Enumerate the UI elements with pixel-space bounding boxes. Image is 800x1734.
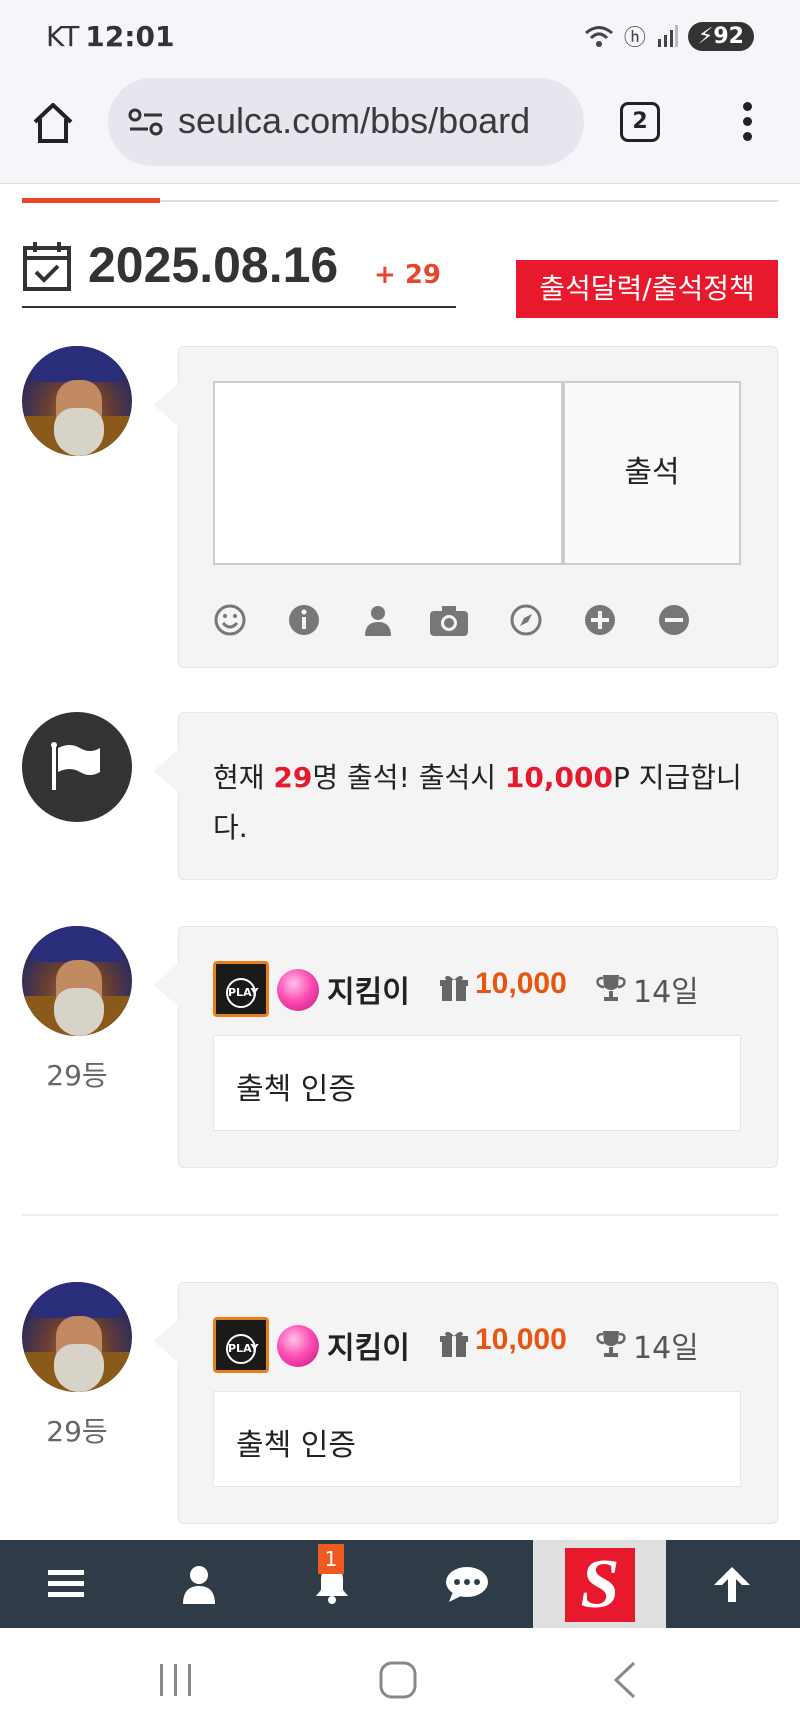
notification-badge: 1	[318, 1544, 344, 1574]
flag-icon	[51, 742, 100, 790]
browser-toolbar: seulca.com/bbs/board 2	[0, 70, 800, 184]
comment-nickname[interactable]: 지킴이	[327, 1323, 410, 1367]
calendar-check-icon	[23, 242, 71, 291]
wifi-icon	[584, 26, 613, 47]
chat-icon	[446, 1567, 488, 1602]
notice-count: 29	[273, 761, 313, 794]
site-logo: S	[565, 1548, 635, 1622]
nav-notifications-button[interactable]: 1	[266, 1540, 399, 1628]
status-carrier: KT 12:01	[46, 20, 175, 53]
gift-icon	[440, 975, 468, 1001]
comment-body: 출첵 인증	[213, 1391, 741, 1487]
status-time: 12:01	[85, 20, 175, 53]
trophy-icon	[596, 1331, 626, 1357]
home-nav-icon[interactable]	[378, 1660, 418, 1700]
status-bar: KT 12:01 ⓗ ⚡92	[0, 0, 800, 70]
home-icon[interactable]	[30, 100, 76, 146]
plus-circle-icon[interactable]	[583, 603, 617, 637]
smile-icon[interactable]	[213, 603, 247, 637]
nav-chat-button[interactable]	[399, 1540, 532, 1628]
trophy-icon	[596, 975, 626, 1001]
level-gem-icon	[277, 1325, 319, 1367]
rank-label: 29등	[46, 1415, 108, 1448]
address-bar[interactable]: seulca.com/bbs/board	[108, 78, 584, 166]
comment-points: 10,000	[475, 967, 567, 1000]
comment-header: PLAY 지킴이 10,000 14일	[213, 961, 753, 1017]
comment-streak-days: 14일	[633, 975, 699, 1010]
url-text[interactable]: seulca.com/bbs/board	[178, 100, 573, 142]
level-gem-icon	[277, 969, 319, 1011]
attendance-write-form: 출석	[153, 346, 778, 668]
comment-item: PLAY 지킴이 10,000 14일 출첵 인증	[153, 1282, 778, 1524]
back-icon[interactable]	[606, 1660, 646, 1700]
comment-message: 출첵 인증	[236, 1072, 356, 1107]
attendance-policy-button[interactable]: 출석달력/출석정책	[516, 260, 778, 318]
comment-item: PLAY 지킴이 10,000 14일 출첵 인증	[153, 926, 778, 1168]
comment-message: 출첵 인증	[236, 1428, 356, 1463]
section-divider	[22, 1214, 778, 1216]
flag-avatar	[22, 712, 132, 822]
editor-toolbar	[213, 603, 693, 643]
comment-streak-days: 14일	[633, 1331, 699, 1366]
comment-body: 출첵 인증	[213, 1035, 741, 1131]
minus-circle-icon[interactable]	[657, 603, 691, 637]
menu-icon	[48, 1570, 84, 1597]
arrow-up-icon	[714, 1567, 750, 1602]
info-icon[interactable]	[287, 603, 321, 637]
comment-points: 10,000	[475, 1323, 567, 1356]
camera-icon[interactable]	[429, 603, 469, 637]
signal-icon	[657, 25, 678, 47]
nav-profile-button[interactable]	[133, 1540, 266, 1628]
battery-indicator: ⚡92	[687, 21, 754, 51]
nav-menu-button[interactable]	[0, 1540, 133, 1628]
avatar	[22, 926, 132, 1036]
bottom-navigation: 1 S	[0, 1540, 800, 1628]
compass-icon[interactable]	[509, 603, 543, 637]
tab-switcher-button[interactable]: 2	[620, 102, 660, 142]
user-icon[interactable]	[361, 603, 395, 637]
status-icons: ⓗ ⚡92	[584, 20, 754, 52]
avatar	[22, 1282, 132, 1392]
play-badge: PLAY	[213, 1317, 269, 1373]
notice-text: 현재 29명 출석! 출석시 10,000P 지급합니다.	[213, 761, 742, 844]
nav-home-logo[interactable]: S	[533, 1540, 666, 1628]
system-navigation-bar	[0, 1628, 800, 1734]
attendance-notice: 현재 29명 출석! 출석시 10,000P 지급합니다.	[153, 712, 778, 880]
comment-nickname[interactable]: 지킴이	[327, 967, 410, 1011]
play-badge: PLAY	[213, 961, 269, 1017]
attend-submit-button[interactable]: 출석	[563, 381, 741, 565]
hd-icon: ⓗ	[623, 26, 646, 51]
recent-apps-icon[interactable]	[156, 1660, 196, 1700]
avatar	[22, 346, 132, 456]
user-icon	[183, 1566, 215, 1604]
gift-icon	[440, 1331, 468, 1357]
date-header: 2025.08.16 + 29	[22, 234, 456, 308]
browser-menu-button[interactable]	[732, 102, 762, 146]
attendance-added-count: + 29	[374, 260, 442, 290]
attendance-date: 2025.08.16	[88, 237, 339, 293]
notice-points: 10,000	[504, 761, 613, 794]
site-settings-icon[interactable]	[126, 106, 166, 138]
nav-scroll-top-button[interactable]	[666, 1540, 799, 1628]
comment-header: PLAY 지킴이 10,000 14일	[213, 1317, 753, 1373]
tab-active-indicator	[22, 198, 160, 203]
comment-textarea[interactable]	[213, 381, 563, 565]
rank-label: 29등	[46, 1059, 108, 1092]
